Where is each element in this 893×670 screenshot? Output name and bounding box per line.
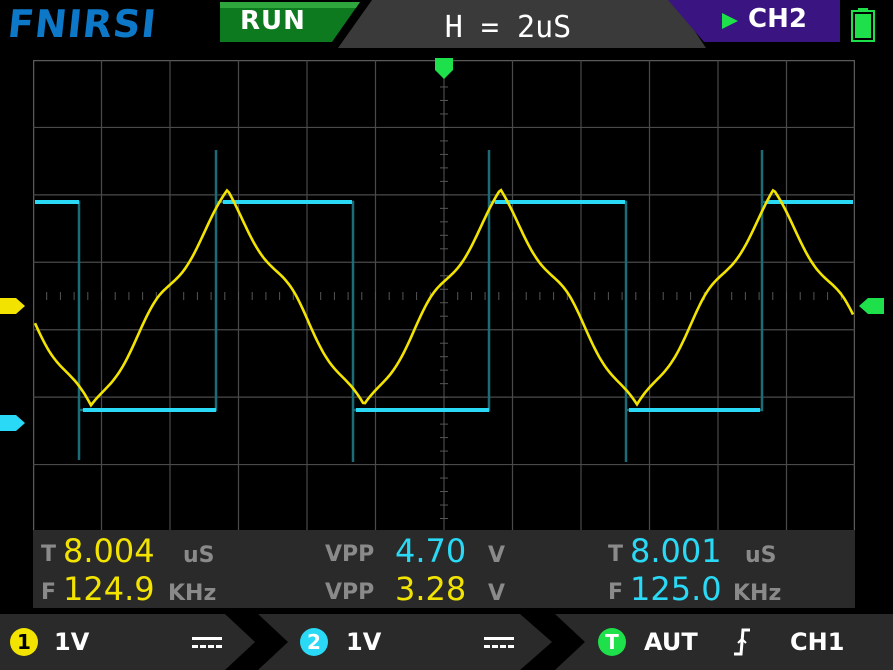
ch2-freq-label: F <box>608 580 624 605</box>
ch2-period-label: T <box>608 542 624 567</box>
ch2-dc-coupling-icon <box>484 637 514 648</box>
ch1-period-value: 8.004 <box>63 532 155 570</box>
ch1-offset-marker-icon[interactable] <box>0 296 26 316</box>
ch1-vpp-value: 3.28 <box>395 570 467 608</box>
ch1-period-label: T <box>41 542 57 567</box>
ch1-vpp-unit: V <box>488 581 506 606</box>
trigger-badge-icon: T <box>598 628 626 656</box>
ch2-vpp-unit: V <box>488 543 506 568</box>
ch2-vpp-value: 4.70 <box>395 532 467 570</box>
ch2-offset-marker-icon[interactable] <box>0 413 26 433</box>
ch1-settings-button[interactable]: 1 1V <box>0 614 250 670</box>
graticule-grid <box>33 60 855 532</box>
ch1-dc-coupling-icon <box>192 637 222 648</box>
trigger-source: CH1 <box>790 628 845 656</box>
ch2-badge-icon: 2 <box>300 628 328 656</box>
ch1-vpp-label-2: VPP <box>325 580 375 605</box>
ch1-freq-label: F <box>41 580 57 605</box>
ch1-freq-unit: KHz <box>168 581 217 606</box>
ch2-period-unit: uS <box>745 543 777 568</box>
ch1-scale: 1V <box>54 628 90 656</box>
ch2-freq-unit: KHz <box>733 581 782 606</box>
brand-logo: FNIRSI <box>5 2 159 46</box>
ch2-period-value: 8.001 <box>630 532 722 570</box>
ch1-period-unit: uS <box>183 543 215 568</box>
battery-icon <box>851 8 875 42</box>
trigger-level-marker-icon[interactable] <box>858 296 884 316</box>
ch2-settings-button[interactable]: 2 1V <box>262 614 542 670</box>
trigger-mode: AUT <box>644 628 698 656</box>
waveform-display[interactable] <box>33 60 855 532</box>
play-arrow-icon <box>722 13 738 29</box>
trigger-channel-label: CH2 <box>748 4 807 34</box>
ch2-scale: 1V <box>346 628 382 656</box>
bottom-status-bar: 1 1V 2 1V T AUT CH1 <box>0 610 893 670</box>
ch1-vpp-label: VPP <box>325 542 375 567</box>
trigger-settings-button[interactable]: T AUT CH1 <box>560 614 893 670</box>
ch1-freq-value: 124.9 <box>63 570 155 608</box>
rising-edge-icon <box>734 628 750 656</box>
timebase-label: H = 2uS <box>444 10 572 45</box>
run-status-label: RUN <box>240 6 306 36</box>
ch1-badge-icon: 1 <box>10 628 38 656</box>
ch2-freq-value: 125.0 <box>630 570 722 608</box>
measurement-panel: T 8.004 uS F 124.9 KHz VPP 4.70 V VPP 3.… <box>33 530 855 608</box>
trigger-position-marker-icon[interactable] <box>434 58 454 80</box>
